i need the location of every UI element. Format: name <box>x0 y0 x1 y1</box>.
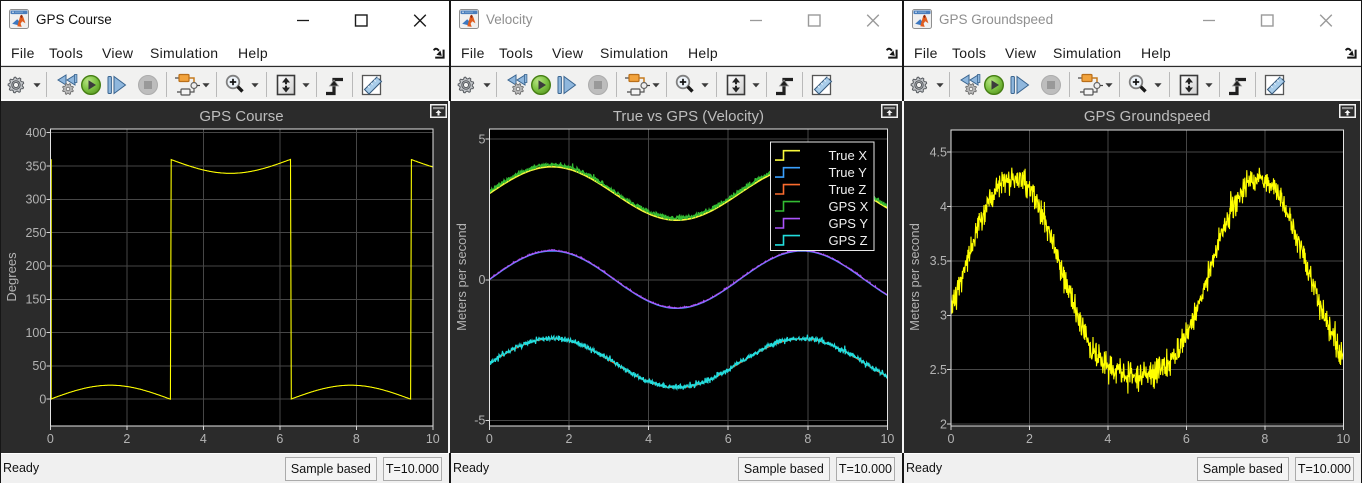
svg-text:4.5: 4.5 <box>930 146 947 160</box>
svg-text:300: 300 <box>25 193 46 207</box>
svg-text:2.5: 2.5 <box>930 363 947 377</box>
svg-text:400: 400 <box>25 126 46 140</box>
svg-text:8: 8 <box>353 432 360 446</box>
svg-text:0: 0 <box>478 273 485 287</box>
svg-text:3: 3 <box>940 309 947 323</box>
svg-text:True X: True X <box>829 148 868 163</box>
svg-text:3.5: 3.5 <box>930 254 947 268</box>
svg-text:6: 6 <box>725 432 732 446</box>
svg-text:Meters per second: Meters per second <box>454 223 469 331</box>
svg-text:2: 2 <box>940 417 947 431</box>
svg-text:GPS Course: GPS Course <box>199 108 283 125</box>
svg-text:200: 200 <box>25 259 46 273</box>
svg-text:4: 4 <box>1104 432 1111 446</box>
svg-text:10: 10 <box>880 432 894 446</box>
svg-text:8: 8 <box>804 432 811 446</box>
svg-text:Degrees: Degrees <box>4 252 19 302</box>
svg-text:-5: -5 <box>474 414 485 428</box>
svg-text:10: 10 <box>1336 432 1350 446</box>
svg-text:0: 0 <box>39 393 46 407</box>
svg-text:6: 6 <box>1183 432 1190 446</box>
svg-text:2: 2 <box>1026 432 1033 446</box>
svg-text:GPS X: GPS X <box>829 199 869 214</box>
svg-text:4: 4 <box>200 432 207 446</box>
svg-text:GPS Y: GPS Y <box>829 216 869 231</box>
svg-text:0: 0 <box>948 432 955 446</box>
svg-text:100: 100 <box>25 326 46 340</box>
svg-text:GPS Groundspeed: GPS Groundspeed <box>1084 108 1211 125</box>
svg-text:350: 350 <box>25 159 46 173</box>
svg-text:8: 8 <box>1261 432 1268 446</box>
svg-text:4: 4 <box>940 200 947 214</box>
svg-text:True Y: True Y <box>829 165 868 180</box>
svg-text:150: 150 <box>25 293 46 307</box>
svg-text:4: 4 <box>645 432 652 446</box>
svg-text:0: 0 <box>486 432 493 446</box>
svg-text:Meters per second: Meters per second <box>907 223 922 331</box>
svg-text:6: 6 <box>276 432 283 446</box>
svg-text:50: 50 <box>32 359 46 373</box>
svg-text:0: 0 <box>47 432 54 446</box>
svg-text:GPS Z: GPS Z <box>829 233 868 248</box>
svg-text:5: 5 <box>478 132 485 146</box>
svg-text:2: 2 <box>123 432 130 446</box>
svg-text:True Z: True Z <box>829 182 867 197</box>
svg-text:True vs GPS (Velocity): True vs GPS (Velocity) <box>613 108 764 125</box>
svg-text:250: 250 <box>25 226 46 240</box>
svg-text:2: 2 <box>566 432 573 446</box>
svg-text:10: 10 <box>426 432 440 446</box>
